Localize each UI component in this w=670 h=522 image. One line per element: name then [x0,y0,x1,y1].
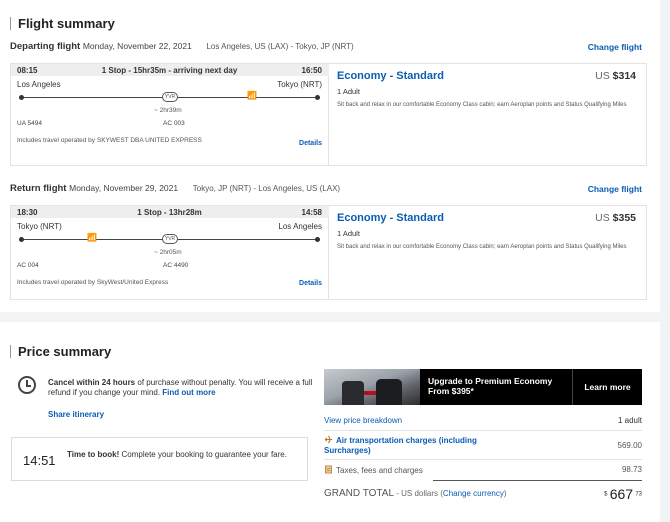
return-flight-number-1: AC 004 [17,262,39,269]
departing-origin: Los Angeles [17,80,61,89]
departing-fare-desc: Sit back and relax in our comfortable Ec… [337,102,627,108]
departing-header: Departing flight Monday, November 22, 20… [10,41,642,55]
taxes-value: 98.73 [621,465,642,474]
return-cabin: Economy - Standard [337,212,444,224]
departing-pax: 1 Adult [337,87,360,96]
return-itinerary: 18:30 1 Stop - 13hr28m 14:58 Tokyo (NRT)… [11,206,329,299]
return-fare-desc: Sit back and relax in our comfortable Ec… [337,244,627,250]
taxes-row: Taxes, fees and charges 98.73 [324,465,642,475]
return-arrive-time: 14:58 [301,208,322,217]
return-label: Return flight [10,183,67,194]
air-charges-value: 569.00 [617,441,642,450]
timer-text: Complete your booking to guarantee your … [119,450,287,459]
departing-date: Monday, November 22, 2021 [82,41,192,51]
departing-itinerary: 08:15 1 Stop - 15hr35m - arriving next d… [11,64,329,165]
return-price: US $355 [595,212,636,224]
timer-bold: Time to book! [67,450,120,459]
upgrade-promo-banner[interactable]: Upgrade to Premium Economy From $395* Le… [324,369,642,405]
return-stop-badge: YVR [162,234,178,244]
departing-layover: ~ 2hr39m [154,107,182,114]
wifi-icon: 📶 [87,233,97,242]
return-date: Monday, November 29, 2021 [69,183,179,193]
return-destination: Los Angeles [278,222,322,231]
cabin-photo [324,369,420,405]
return-details-link[interactable]: Details [299,280,322,287]
promo-line-2: From $395* [428,386,474,396]
return-flight-number-2: AC 4490 [163,262,189,269]
grand-total-row: GRAND TOTAL - US dollars (Change currenc… [324,486,642,502]
grand-total-amount: $ 667 73 [604,486,642,502]
timeline-start-dot [19,237,24,242]
departing-route: Los Angeles, US (LAX) - Tokyo, JP (NRT) [206,42,354,51]
clock-icon [18,376,36,394]
return-route: Tokyo, JP (NRT) - Los Angeles, US (LAX) [192,184,341,193]
departing-arrive-time: 16:50 [301,66,322,75]
return-operated-by: Includes travel operated by SkyWest/Unit… [17,279,169,286]
return-depart-time: 18:30 [17,208,38,217]
breakdown-row: View price breakdown 1 adult [324,416,642,425]
return-timeline: 📶 YVR [19,233,320,244]
price-summary-title: Price summary [10,345,111,358]
departing-flight-number-2: AC 003 [163,120,185,127]
flight-summary-card: Flight summary Departing flight Monday, … [0,0,660,312]
return-header: Return flight Monday, November 29, 2021 … [10,183,642,197]
departing-change-flight-link[interactable]: Change flight [588,42,642,52]
return-layover: ~ 2hr05m [154,249,182,256]
departing-details-link[interactable]: Details [299,140,322,147]
return-pax: 1 Adult [337,229,360,238]
airplane-icon [324,435,333,444]
timeline-start-dot [19,95,24,100]
learn-more-button[interactable]: Learn more [572,369,642,405]
price-pax: 1 adult [617,416,642,425]
departing-label: Departing flight [10,41,81,52]
departing-flight-number-1: UA 5494 [17,120,42,127]
taxes-label: Taxes, fees and charges [336,466,423,475]
return-change-flight-link[interactable]: Change flight [588,184,642,194]
departing-cabin: Economy - Standard [337,70,444,82]
change-currency-link[interactable]: Change currency [443,489,504,498]
return-summary: 1 Stop - 13hr28m [137,208,202,217]
cancel-bold: Cancel within 24 hours [48,378,136,387]
departing-flight-box: 08:15 1 Stop - 15hr35m - arriving next d… [10,63,647,166]
departing-summary: 1 Stop - 15hr35m - arriving next day [101,66,238,75]
find-out-more-link[interactable]: Find out more [162,388,215,397]
departing-timeline: YVR 📶 [19,91,320,102]
departing-stop-badge: YVR [162,92,178,102]
flight-summary-title: Flight summary [10,17,115,30]
grand-total-label: GRAND TOTAL [324,488,395,499]
share-itinerary-link[interactable]: Share itinerary [48,410,104,419]
air-charges-label: Air transportation charges (including Su… [324,435,477,455]
departing-operated-by: Includes travel operated by SKYWEST DBA … [17,137,202,144]
departing-depart-time: 08:15 [17,66,38,75]
departing-price: US $314 [595,70,636,82]
booking-timer: 14:51 Time to book! Complete your bookin… [11,437,308,481]
return-origin: Tokyo (NRT) [17,222,62,231]
timeline-end-dot [315,95,320,100]
return-flight-box: 18:30 1 Stop - 13hr28m 14:58 Tokyo (NRT)… [10,205,647,300]
departing-fare[interactable]: Economy - Standard US $314 1 Adult Sit b… [337,70,636,109]
timer-countdown: 14:51 [23,453,56,468]
receipt-icon [324,465,333,474]
view-price-breakdown-link[interactable]: View price breakdown [324,416,402,425]
promo-line-1: Upgrade to Premium Economy [428,376,553,386]
departing-destination: Tokyo (NRT) [277,80,322,89]
timeline-end-dot [315,237,320,242]
return-fare[interactable]: Economy - Standard US $355 1 Adult Sit b… [337,212,636,251]
wifi-icon: 📶 [247,91,257,100]
